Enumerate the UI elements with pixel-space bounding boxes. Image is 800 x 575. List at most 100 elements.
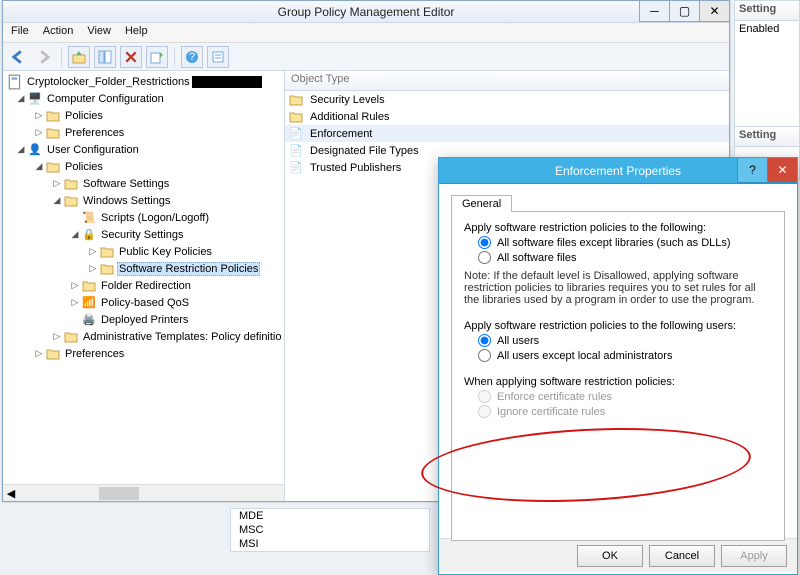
tree-scripts[interactable]: 📜Scripts (Logon/Logoff) — [5, 209, 284, 226]
navigation-tree[interactable]: Cryptolocker_Folder_Restrictions ◢🖥️Comp… — [3, 71, 285, 501]
tree-qos[interactable]: ▷📶Policy-based QoS — [5, 294, 284, 311]
menu-action[interactable]: Action — [43, 25, 74, 40]
radio-all-software-files[interactable]: All software files — [478, 251, 772, 264]
tree-root[interactable]: Cryptolocker_Folder_Restrictions — [5, 73, 284, 90]
group1-label: Apply software restriction policies to t… — [464, 222, 772, 234]
menu-file[interactable]: File — [11, 25, 29, 40]
folder-icon — [45, 109, 61, 123]
enforcement-properties-dialog: Enforcement Properties ? ✕ General Apply… — [438, 157, 798, 575]
expand-icon[interactable]: ▷ — [33, 110, 45, 121]
dialog-titlebar[interactable]: Enforcement Properties ? ✕ — [439, 158, 797, 184]
expand-icon[interactable]: ▷ — [33, 348, 45, 359]
radio-ignore-cert-rules: Ignore certificate rules — [478, 405, 772, 418]
expand-icon[interactable]: ▷ — [87, 263, 99, 274]
menu-help[interactable]: Help — [125, 25, 148, 40]
menu-view[interactable]: View — [87, 25, 111, 40]
side-header-setting[interactable]: Setting — [735, 1, 799, 21]
folder-icon — [45, 160, 61, 174]
printer-icon: 🖨️ — [81, 313, 97, 327]
side-header-setting-2[interactable]: Setting — [735, 127, 799, 147]
properties-icon[interactable] — [207, 46, 229, 68]
scrollbar-thumb[interactable] — [99, 487, 139, 500]
collapse-icon[interactable]: ◢ — [69, 229, 81, 240]
dialog-help-button[interactable]: ? — [737, 158, 767, 183]
side-value-enabled: Enabled — [735, 21, 799, 37]
folder-icon — [288, 110, 304, 124]
tree-security-settings[interactable]: ◢🔒Security Settings — [5, 226, 284, 243]
tree-computer-configuration[interactable]: ◢🖥️Computer Configuration — [5, 90, 284, 107]
redacted-text — [192, 76, 262, 88]
folder-icon — [63, 194, 79, 208]
list-item[interactable]: MSC — [231, 523, 429, 537]
maximize-button[interactable]: ▢ — [669, 1, 699, 22]
menubar: File Action View Help — [3, 23, 729, 43]
list-item[interactable]: MSI — [231, 537, 429, 551]
list-item[interactable]: MDE — [231, 509, 429, 523]
gpme-titlebar[interactable]: Group Policy Management Editor ─ ▢ ✕ — [3, 1, 729, 23]
apply-button[interactable]: Apply — [721, 545, 787, 567]
tab-pane-general: Apply software restriction policies to t… — [451, 211, 785, 541]
up-icon[interactable] — [68, 46, 90, 68]
page-icon: 📄 — [288, 161, 304, 175]
window-title: Group Policy Management Editor — [7, 5, 725, 19]
tool-separator — [61, 47, 62, 67]
lock-icon: 🔒 — [81, 228, 97, 242]
ok-button[interactable]: OK — [577, 545, 643, 567]
tree-public-key-policies[interactable]: ▷Public Key Policies — [5, 243, 284, 260]
list-column-header[interactable]: Object Type — [285, 71, 729, 91]
page-icon: 📄 — [288, 144, 304, 158]
list-item-enforcement[interactable]: 📄Enforcement — [285, 125, 729, 142]
tree-deployed-printers[interactable]: 🖨️Deployed Printers — [5, 311, 284, 328]
collapse-icon[interactable]: ◢ — [51, 195, 63, 206]
tree-uc-policies[interactable]: ◢Policies — [5, 158, 284, 175]
export-icon[interactable] — [146, 46, 168, 68]
forward-button[interactable] — [33, 46, 55, 68]
list-item-security-levels[interactable]: Security Levels — [285, 91, 729, 108]
help-icon[interactable]: ? — [181, 46, 203, 68]
radio-enforce-cert-rules: Enforce certificate rules — [478, 390, 772, 403]
list-item-additional-rules[interactable]: Additional Rules — [285, 108, 729, 125]
expand-icon[interactable]: ▷ — [33, 127, 45, 138]
group2-label: Apply software restriction policies to t… — [464, 320, 772, 332]
folder-icon — [288, 93, 304, 107]
group3-label: When applying software restriction polic… — [464, 376, 772, 388]
tab-general[interactable]: General — [451, 195, 512, 212]
tree-uc-preferences[interactable]: ▷Preferences — [5, 345, 284, 362]
show-hide-tree-icon[interactable] — [94, 46, 116, 68]
collapse-icon[interactable]: ◢ — [33, 161, 45, 172]
tree-windows-settings[interactable]: ◢Windows Settings — [5, 192, 284, 209]
collapse-icon[interactable]: ◢ — [15, 144, 27, 155]
tree-horizontal-scrollbar[interactable]: ◀ — [3, 484, 284, 501]
tree-software-restriction-policies[interactable]: ▷Software Restriction Policies — [5, 260, 284, 277]
tool-separator — [174, 47, 175, 67]
expand-icon[interactable]: ▷ — [69, 280, 81, 291]
folder-icon — [81, 279, 97, 293]
radio-all-except-libraries[interactable]: All software files except libraries (suc… — [478, 236, 772, 249]
tree-cc-policies[interactable]: ▷Policies — [5, 107, 284, 124]
expand-icon[interactable]: ▷ — [51, 178, 63, 189]
minimize-button[interactable]: ─ — [639, 1, 669, 22]
folder-icon — [99, 262, 115, 276]
expand-icon[interactable]: ▷ — [69, 297, 81, 308]
page-icon: 📄 — [288, 127, 304, 141]
background-list[interactable]: MDE MSC MSI — [230, 508, 430, 552]
radio-all-users-except-admin[interactable]: All users except local administrators — [478, 349, 772, 362]
expand-icon[interactable]: ▷ — [51, 331, 63, 342]
folder-icon — [45, 347, 61, 361]
dialog-close-button[interactable]: ✕ — [767, 158, 797, 183]
radio-all-users[interactable]: All users — [478, 334, 772, 347]
folder-icon — [63, 330, 79, 344]
tree-admin-templates[interactable]: ▷Administrative Templates: Policy defini… — [5, 328, 284, 345]
tree-user-configuration[interactable]: ◢👤User Configuration — [5, 141, 284, 158]
tree-software-settings[interactable]: ▷Software Settings — [5, 175, 284, 192]
tree-cc-preferences[interactable]: ▷Preferences — [5, 124, 284, 141]
user-icon: 👤 — [27, 143, 43, 157]
cancel-button[interactable]: Cancel — [649, 545, 715, 567]
tree-folder-redirection[interactable]: ▷Folder Redirection — [5, 277, 284, 294]
expand-icon[interactable]: ▷ — [87, 246, 99, 257]
close-button[interactable]: ✕ — [699, 1, 729, 22]
collapse-icon[interactable]: ◢ — [15, 93, 27, 104]
delete-icon[interactable] — [120, 46, 142, 68]
back-button[interactable] — [7, 46, 29, 68]
policy-icon — [7, 75, 23, 89]
